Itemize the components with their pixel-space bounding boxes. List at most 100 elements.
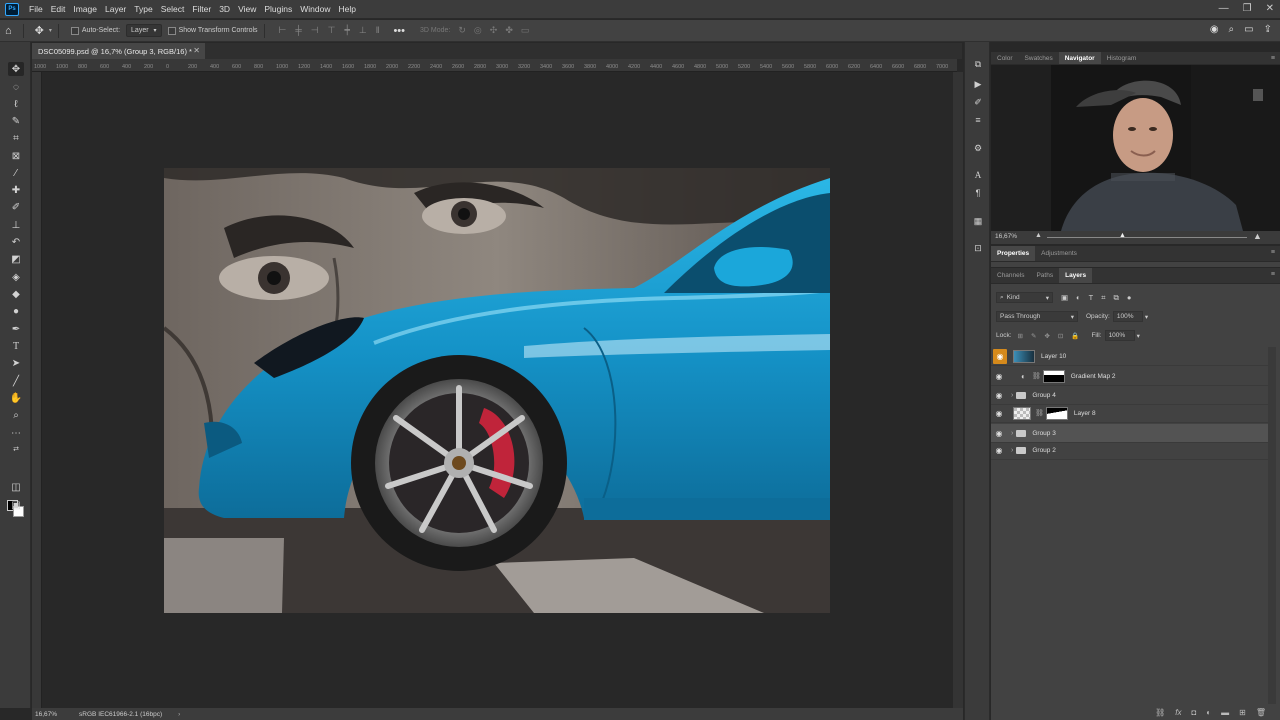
menu-edit[interactable]: Edit: [47, 4, 70, 14]
menu-3d[interactable]: 3D: [215, 4, 234, 14]
new-layer-icon[interactable]: ⊞: [1239, 708, 1246, 717]
opacity-field[interactable]: 100%: [1112, 311, 1143, 322]
tab-properties[interactable]: Properties: [991, 246, 1036, 261]
chevron-down-icon[interactable]: ▾: [1145, 313, 1148, 321]
distribute-icon[interactable]: ‖: [376, 25, 380, 36]
align-hcenter-icon[interactable]: ╪: [295, 25, 301, 36]
filter-pixel-icon[interactable]: ▣: [1061, 293, 1068, 303]
workspace-icon[interactable]: ▭: [1244, 24, 1253, 35]
more-options-icon[interactable]: •••: [393, 25, 405, 37]
status-zoom[interactable]: 16,67%: [35, 711, 57, 718]
auto-select-checkbox[interactable]: [70, 26, 79, 35]
swap-colors-icon[interactable]: ⇄: [8, 442, 24, 456]
table-icon[interactable]: ▦: [971, 215, 985, 227]
lasso-tool-icon[interactable]: ℓ: [8, 97, 24, 111]
zoom-out-icon[interactable]: ▲: [1035, 232, 1042, 239]
filter-shape-icon[interactable]: ⌗: [1101, 293, 1105, 303]
filter-toggle-icon[interactable]: ●: [1127, 293, 1132, 303]
menu-type[interactable]: Type: [130, 4, 156, 14]
pan-3d-icon[interactable]: ✣: [490, 25, 498, 36]
layer-row[interactable]: ◉ ⛓ Layer 8: [991, 404, 1268, 423]
layers-scrollbar[interactable]: [1268, 347, 1276, 707]
menu-help[interactable]: Help: [334, 4, 359, 14]
visibility-eye-icon[interactable]: ◉: [991, 391, 1007, 400]
frame-tool-icon[interactable]: ⊠: [8, 149, 24, 163]
brush-settings-icon[interactable]: ✐: [971, 96, 985, 108]
navigator-zoom-value[interactable]: 16,67%: [995, 233, 1017, 240]
blur-tool-icon[interactable]: ◆: [8, 287, 24, 301]
marquee-tool-icon[interactable]: ◌: [8, 80, 24, 94]
close-icon[interactable]: ✕: [1266, 3, 1274, 14]
scale-3d-icon[interactable]: ▭: [521, 25, 530, 36]
pen-tool-icon[interactable]: ✒: [8, 322, 24, 336]
tab-layers[interactable]: Layers: [1059, 268, 1093, 283]
align-right-icon[interactable]: ⊣: [311, 25, 319, 36]
history-brush-tool-icon[interactable]: ↶: [8, 235, 24, 249]
healing-brush-tool-icon[interactable]: ✚: [8, 183, 24, 197]
lock-pixels-icon[interactable]: ✎: [1031, 332, 1036, 340]
add-mask-icon[interactable]: ◘: [1191, 708, 1196, 717]
hand-tool-icon[interactable]: ✋: [8, 391, 24, 405]
align-vcenter-icon[interactable]: ┿: [344, 25, 349, 36]
lock-artboard-icon[interactable]: ⊡: [1058, 332, 1063, 340]
filter-smart-object-icon[interactable]: ⧉: [1113, 293, 1118, 303]
minimize-icon[interactable]: —: [1219, 3, 1229, 14]
chevron-right-icon[interactable]: ›: [178, 711, 180, 718]
filter-adjustment-icon[interactable]: ◐: [1076, 293, 1081, 303]
search-icon[interactable]: ⌕: [1229, 24, 1235, 35]
lock-all-icon[interactable]: 🔒: [1071, 332, 1079, 340]
move-tool-icon[interactable]: ✥: [8, 62, 24, 76]
menu-image[interactable]: Image: [69, 4, 101, 14]
actions-play-icon[interactable]: ▶: [971, 78, 985, 90]
menu-plugins[interactable]: Plugins: [260, 4, 296, 14]
tab-swatches[interactable]: Swatches: [1019, 52, 1059, 64]
paint-bucket-tool-icon[interactable]: ◈: [8, 270, 24, 284]
link-layers-icon[interactable]: ⛓: [1155, 708, 1165, 717]
canvas-vertical-scrollbar[interactable]: [953, 72, 963, 708]
maximize-icon[interactable]: ❐: [1243, 3, 1252, 14]
eraser-tool-icon[interactable]: ◩: [8, 252, 24, 266]
fill-field[interactable]: 100%: [1104, 330, 1135, 341]
close-tab-icon[interactable]: ✕: [193, 46, 200, 55]
brush-tool-icon[interactable]: ✐: [8, 200, 24, 214]
align-left-icon[interactable]: ⊢: [279, 25, 287, 36]
visibility-eye-icon[interactable]: ◉: [993, 348, 1007, 364]
layer-row[interactable]: ◉ › Group 2: [991, 441, 1268, 460]
tab-channels[interactable]: Channels: [991, 268, 1030, 283]
document-canvas-image[interactable]: [164, 168, 830, 613]
new-group-icon[interactable]: ▬: [1221, 708, 1229, 717]
screen-mode-icon[interactable]: ▣: [8, 498, 24, 512]
crop-tool-icon[interactable]: ⌗: [8, 131, 24, 145]
history-icon[interactable]: ⧉: [971, 58, 985, 70]
tab-color[interactable]: Color: [991, 52, 1019, 64]
dodge-tool-icon[interactable]: ●: [8, 304, 24, 318]
quick-select-tool-icon[interactable]: ✎: [8, 114, 24, 128]
fx-icon[interactable]: fx: [1175, 708, 1181, 717]
character-icon[interactable]: A: [971, 169, 985, 181]
clone-stamp-tool-icon[interactable]: ⊥: [8, 218, 24, 232]
quick-mask-icon[interactable]: ◫: [8, 480, 24, 494]
type-tool-icon[interactable]: T: [8, 339, 24, 353]
menu-layer[interactable]: Layer: [101, 4, 130, 14]
zoom-slider-handle[interactable]: ▲: [1119, 232, 1126, 239]
tab-navigator[interactable]: Navigator: [1058, 52, 1101, 64]
zoom-in-icon[interactable]: ▲: [1253, 231, 1262, 241]
orbit-3d-icon[interactable]: ↻: [458, 25, 466, 36]
menu-window[interactable]: Window: [296, 4, 334, 14]
tab-histogram[interactable]: Histogram: [1101, 52, 1143, 64]
layer-row[interactable]: ◉ › Group 4: [991, 386, 1268, 405]
panel-menu-icon[interactable]: ≡: [1271, 271, 1275, 278]
visibility-eye-icon[interactable]: ◉: [991, 372, 1007, 381]
lock-transparent-icon[interactable]: ⊞: [1018, 332, 1023, 340]
filter-type-icon[interactable]: T: [1089, 293, 1094, 303]
tab-paths[interactable]: Paths: [1030, 268, 1059, 283]
panel-menu-icon[interactable]: ≡: [1271, 249, 1275, 256]
visibility-eye-icon[interactable]: ◉: [991, 409, 1007, 418]
libraries-icon[interactable]: ⚙: [971, 142, 985, 154]
align-bottom-icon[interactable]: ⊥: [359, 25, 367, 36]
document-tab[interactable]: DSC05099.psd @ 16,7% (Group 3, RGB/16) *…: [32, 43, 205, 59]
chevron-down-icon[interactable]: ▾: [49, 27, 52, 34]
chevron-down-icon[interactable]: ▾: [1137, 332, 1140, 340]
home-icon[interactable]: ⌂: [5, 25, 12, 37]
show-transform-checkbox[interactable]: [167, 26, 176, 35]
